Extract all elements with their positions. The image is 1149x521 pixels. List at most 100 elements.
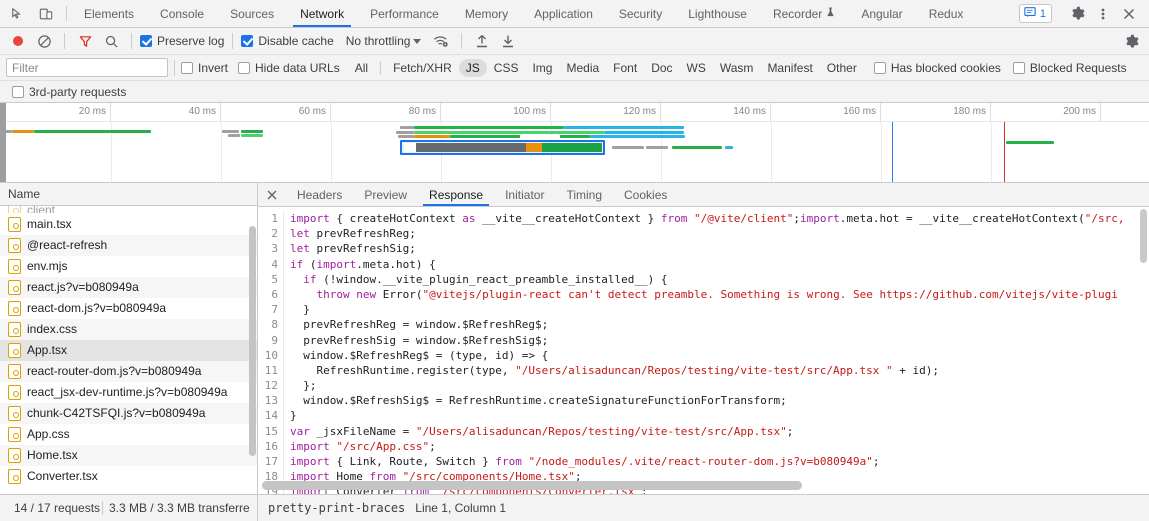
response-source-code[interactable]: 1import { createHotContext as __vite__cr… — [258, 207, 1149, 494]
throttling-dropdown[interactable]: No throttling — [346, 34, 422, 48]
tab-memory[interactable]: Memory — [452, 0, 521, 27]
filter-input[interactable] — [6, 58, 168, 77]
import-har-icon[interactable] — [470, 30, 494, 52]
close-icon[interactable] — [1117, 3, 1141, 25]
tab-label: Application — [534, 7, 593, 21]
hide-data-urls-checkbox[interactable]: Hide data URLs — [238, 61, 340, 75]
response-code-viewer[interactable]: 1import { createHotContext as __vite__cr… — [258, 207, 1149, 494]
third-party-requests-checkbox[interactable]: 3rd-party requests — [12, 85, 126, 99]
list-item[interactable]: index.css — [0, 319, 257, 340]
network-conditions-icon[interactable] — [429, 30, 453, 52]
file-icon — [8, 206, 21, 214]
clear-icon[interactable] — [32, 30, 56, 52]
list-item[interactable]: react-dom.js?v=b080949a — [0, 298, 257, 319]
detail-tab-response[interactable]: Response — [418, 183, 494, 206]
blocked-requests-checkbox[interactable]: Blocked Requests — [1013, 61, 1127, 75]
list-item-selected[interactable]: App.tsx — [0, 340, 257, 361]
device-toolbar-icon[interactable] — [36, 4, 56, 24]
preserve-log-box[interactable] — [140, 35, 152, 47]
line-number: 2 — [258, 226, 284, 241]
filter-chip-manifest[interactable]: Manifest — [760, 59, 819, 77]
tab-sources[interactable]: Sources — [217, 0, 287, 27]
overview-left-handle[interactable] — [0, 103, 6, 182]
tab-performance[interactable]: Performance — [357, 0, 452, 27]
code-vertical-scrollbar[interactable] — [1140, 209, 1147, 263]
code-line-text: window.$RefreshSig$ = RefreshRuntime.cre… — [284, 393, 787, 408]
tab-security[interactable]: Security — [606, 0, 675, 27]
filter-chip-img[interactable]: Img — [525, 59, 559, 77]
detail-tab-initiator[interactable]: Initiator — [494, 183, 555, 206]
request-name: env.mjs — [27, 259, 67, 273]
code-line-text: import "/src/App.css"; — [284, 439, 436, 454]
tab-redux[interactable]: Redux — [916, 0, 977, 27]
filter-chip-media[interactable]: Media — [559, 59, 606, 77]
list-item[interactable]: client — [0, 206, 257, 214]
has-blocked-cookies-checkbox[interactable]: Has blocked cookies — [874, 61, 1001, 75]
blocked-requests-box[interactable] — [1013, 62, 1025, 74]
filter-chip-font[interactable]: Font — [606, 59, 644, 77]
code-horizontal-scrollbar[interactable] — [262, 481, 802, 490]
filter-chip-all[interactable]: All — [348, 59, 375, 77]
tab-recorder[interactable]: Recorder — [760, 0, 848, 27]
list-item[interactable]: react.js?v=b080949a — [0, 277, 257, 298]
detail-tab-timing[interactable]: Timing — [555, 183, 613, 206]
filter-chip-wasm[interactable]: Wasm — [713, 59, 761, 77]
invert-checkbox[interactable]: Invert — [181, 61, 228, 75]
tab-network[interactable]: Network — [287, 0, 357, 27]
network-overview[interactable]: 20 ms 40 ms 60 ms 80 ms 100 ms 120 ms 14… — [0, 103, 1149, 183]
hide-data-urls-box[interactable] — [238, 62, 250, 74]
filter-chip-doc[interactable]: Doc — [644, 59, 679, 77]
tab-lighthouse[interactable]: Lighthouse — [675, 0, 760, 27]
third-party-box[interactable] — [12, 86, 24, 98]
filter-chip-js[interactable]: JS — [459, 59, 487, 77]
tab-angular[interactable]: Angular — [848, 0, 915, 27]
detail-tab-headers[interactable]: Headers — [286, 183, 353, 206]
list-item[interactable]: Home.tsx — [0, 445, 257, 466]
filter-chip-ws[interactable]: WS — [680, 59, 713, 77]
inspect-element-icon[interactable] — [8, 4, 28, 24]
filter-chip-css[interactable]: CSS — [487, 59, 526, 77]
tab-elements[interactable]: Elements — [71, 0, 147, 27]
chip-label: All — [355, 61, 368, 75]
preserve-log-checkbox[interactable]: Preserve log — [140, 34, 224, 48]
code-line: 15var _jsxFileName = "/Users/alisaduncan… — [258, 424, 1149, 439]
detail-tab-cookies[interactable]: Cookies — [613, 183, 678, 206]
tab-label: Lighthouse — [688, 7, 747, 21]
request-list-body[interactable]: client main.tsx @react-refresh env.mjs r… — [0, 206, 257, 494]
list-item[interactable]: @react-refresh — [0, 235, 257, 256]
list-item[interactable]: App.css — [0, 424, 257, 445]
code-line: 4if (import.meta.hot) { — [258, 257, 1149, 272]
pretty-print-icon[interactable]: pretty-print-braces — [268, 501, 405, 515]
tab-label: Angular — [861, 7, 902, 21]
list-item[interactable]: main.tsx — [0, 214, 257, 235]
request-list-header[interactable]: Name — [0, 183, 257, 206]
list-item[interactable]: Converter.tsx — [0, 466, 257, 487]
request-list-scrollbar[interactable] — [249, 226, 256, 456]
overview-waterfall[interactable] — [0, 122, 1149, 182]
close-detail-icon[interactable] — [258, 183, 286, 206]
disable-cache-checkbox[interactable]: Disable cache — [241, 34, 333, 48]
record-stop-icon[interactable] — [6, 30, 30, 52]
detail-tab-preview[interactable]: Preview — [353, 183, 418, 206]
has-blocked-cookies-box[interactable] — [874, 62, 886, 74]
list-item[interactable]: env.mjs — [0, 256, 257, 277]
list-item[interactable]: react-router-dom.js?v=b080949a — [0, 361, 257, 382]
disable-cache-box[interactable] — [241, 35, 253, 47]
message-count-badge[interactable]: 1 — [1019, 4, 1052, 23]
filter-chip-fetch-xhr[interactable]: Fetch/XHR — [386, 59, 459, 77]
gear-icon[interactable] — [1065, 3, 1089, 25]
request-name: App.css — [27, 427, 70, 441]
search-icon[interactable] — [99, 30, 123, 52]
tab-label: Network — [300, 7, 344, 21]
settings-gear-icon[interactable] — [1119, 30, 1143, 52]
code-line-text: prevRefreshReg = window.$RefreshReg$; — [284, 317, 548, 332]
tab-application[interactable]: Application — [521, 0, 606, 27]
filter-icon[interactable] — [73, 30, 97, 52]
kebab-menu-icon[interactable] — [1091, 3, 1115, 25]
list-item[interactable]: chunk-C42TSFQI.js?v=b080949a — [0, 403, 257, 424]
invert-box[interactable] — [181, 62, 193, 74]
list-item[interactable]: react_jsx-dev-runtime.js?v=b080949a — [0, 382, 257, 403]
tab-console[interactable]: Console — [147, 0, 217, 27]
export-har-icon[interactable] — [496, 30, 520, 52]
filter-chip-other[interactable]: Other — [820, 59, 864, 77]
